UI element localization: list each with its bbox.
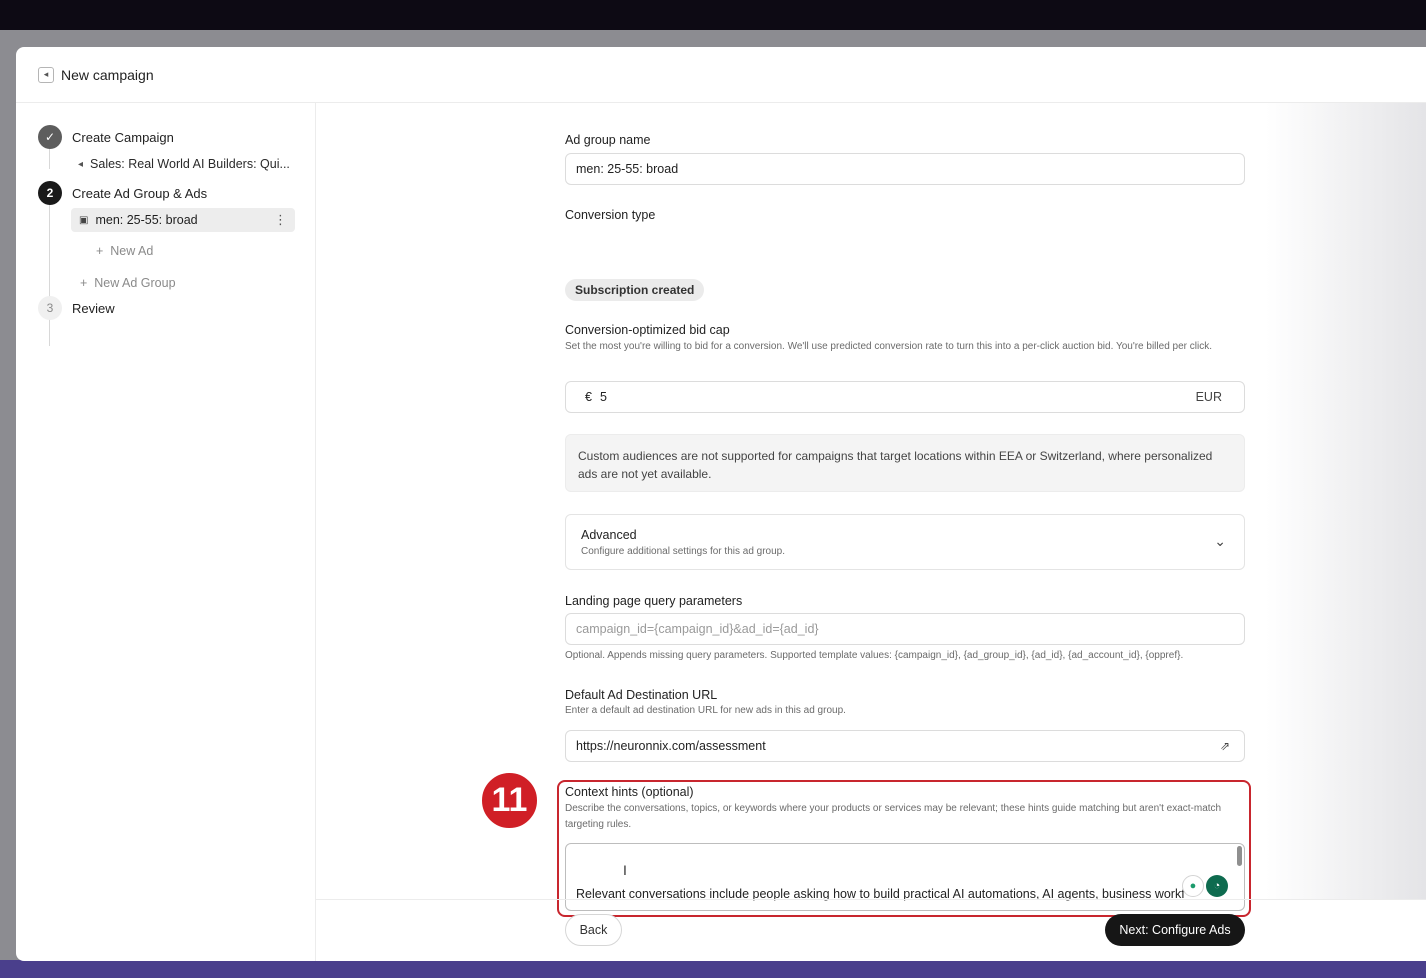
annotation-step-badge: 11 (480, 771, 539, 830)
conversion-type-label: Conversion type (565, 208, 656, 222)
advanced-subtitle: Configure additional settings for this a… (581, 546, 786, 557)
query-params-placeholder: campaign_id={campaign_id}&ad_id={ad_id} (576, 622, 819, 636)
modal-footer: Back Next: Configure Ads (316, 899, 1426, 961)
destination-url-input[interactable]: https://neuronnix.com/assessment ⇗ (565, 730, 1245, 762)
external-link-icon[interactable]: ⇗ (1220, 739, 1230, 753)
back-button[interactable]: Back (565, 914, 622, 946)
text-cursor-icon: I (623, 862, 627, 878)
step-label: Create Campaign (72, 129, 174, 145)
extension-badges: ● ◔ (1182, 875, 1228, 897)
destination-url-label: Default Ad Destination URL (565, 688, 718, 702)
plus-icon: + (80, 276, 95, 290)
currency-label: EUR (1195, 390, 1222, 404)
desktop-strip (0, 960, 1426, 978)
right-edge-shade (1266, 103, 1426, 899)
plus-icon: + (96, 244, 111, 258)
checkmark-icon: ✓ (38, 125, 62, 149)
next-configure-ads-button[interactable]: Next: Configure Ads (1105, 914, 1245, 946)
assistant-icon[interactable]: ◔ (1206, 875, 1228, 897)
destination-url-value: https://neuronnix.com/assessment (576, 739, 766, 753)
new-ad-link[interactable]: + New Ad (96, 244, 153, 258)
new-ad-label: New Ad (110, 244, 154, 258)
sidebar-item-label: Sales: Real World AI Builders: Qui... (90, 157, 290, 171)
modal-title: New campaign (61, 66, 154, 83)
bid-cap-value: 5 (599, 390, 607, 404)
context-hints-help: Describe the conversations, topics, or k… (565, 803, 1222, 830)
bid-cap-input[interactable]: € 5 EUR (565, 381, 1245, 413)
eea-notice: Custom audiences are not supported for c… (565, 434, 1245, 492)
ad-group-icon: ▣ (79, 214, 89, 226)
step-review[interactable]: 3 Review (38, 296, 115, 320)
chevron-down-icon: ⌄ (1214, 533, 1226, 549)
advanced-section-toggle[interactable]: Advanced Configure additional settings f… (565, 514, 1245, 570)
ad-group-name-input[interactable]: men: 25-55: broad (565, 153, 1245, 185)
advanced-title: Advanced (581, 528, 637, 542)
context-hints-label: Context hints (optional) (565, 785, 694, 799)
step-number: 2 (38, 181, 62, 205)
ad-group-name-value: men: 25-55: broad (576, 162, 679, 176)
step-label: Create Ad Group & Ads (72, 185, 208, 201)
textarea-scrollbar[interactable] (1237, 846, 1242, 866)
modal-header: ◂ New campaign (16, 47, 1426, 103)
stepper-sidebar: ✓ Create Campaign ◂ Sales: Real World AI… (16, 103, 316, 961)
sidebar-item-label: men: 25-55: broad (95, 213, 198, 227)
query-params-help: Optional. Appends missing query paramete… (565, 650, 1184, 661)
step-label: Review (72, 300, 115, 316)
sidebar-item-campaign[interactable]: ◂ Sales: Real World AI Builders: Qui... (78, 157, 290, 171)
query-params-input[interactable]: campaign_id={campaign_id}&ad_id={ad_id} (565, 613, 1245, 645)
step-create-campaign[interactable]: ✓ Create Campaign (38, 125, 174, 149)
new-ad-group-label: New Ad Group (94, 276, 176, 290)
sidebar-item-ad-group[interactable]: ▣ men: 25-55: broad ⋮ (71, 208, 295, 232)
new-campaign-modal: ◂ New campaign ✓ Create Campaign ◂ Sales… (16, 47, 1426, 961)
step-create-ad-group[interactable]: 2 Create Ad Group & Ads (38, 181, 207, 205)
step-connector (49, 147, 50, 169)
step-number: 3 (38, 296, 62, 320)
bid-cap-help: Set the most you're willing to bid for a… (565, 341, 1212, 352)
megaphone-icon: ◂ (78, 158, 84, 170)
destination-url-help: Enter a default ad destination URL for n… (565, 705, 846, 716)
new-ad-group-link[interactable]: + New Ad Group (80, 276, 176, 290)
megaphone-icon: ◂ (38, 66, 54, 83)
more-options-icon[interactable]: ⋮ (274, 212, 287, 228)
bid-cap-label: Conversion-optimized bid cap (565, 323, 730, 337)
step-connector (49, 204, 50, 346)
conversion-type-chip[interactable]: Subscription created (565, 279, 705, 301)
euro-icon: € (585, 390, 592, 404)
query-params-label: Landing page query parameters (565, 594, 743, 608)
lightbulb-icon[interactable]: ● (1182, 875, 1204, 897)
ad-group-name-label: Ad group name (565, 133, 651, 147)
